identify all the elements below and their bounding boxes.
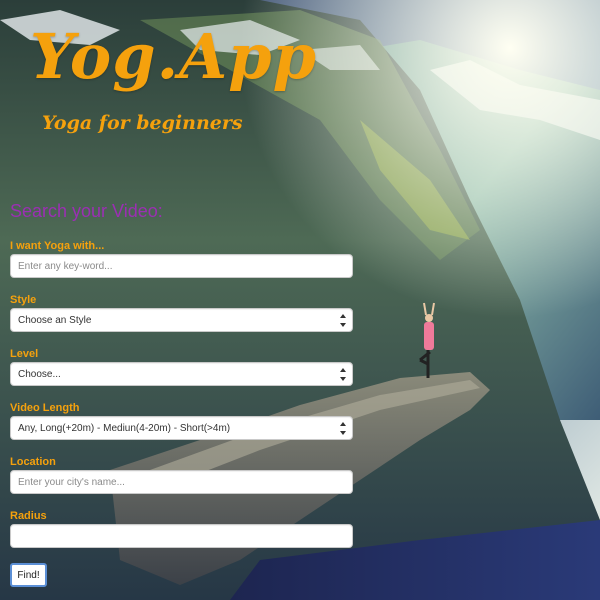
video-length-select[interactable]: Any, Long(+20m) - Mediun(4-20m) - Short(…: [10, 416, 353, 440]
location-placeholder: Enter your city's name...: [18, 476, 125, 488]
keyword-label: I want Yoga with...: [10, 240, 105, 252]
select-updown-icon: [339, 422, 347, 435]
keyword-placeholder: Enter any key-word...: [18, 260, 113, 272]
video-length-label: Video Length: [10, 402, 80, 414]
style-selected-value: Choose an Style: [18, 314, 92, 326]
level-select[interactable]: Choose...: [10, 362, 353, 386]
style-label: Style: [10, 294, 37, 306]
select-updown-icon: [339, 368, 347, 381]
search-heading: Search your Video:: [10, 201, 163, 221]
radius-input[interactable]: [10, 524, 353, 548]
level-label: Level: [10, 348, 39, 360]
level-selected-value: Choose...: [18, 368, 61, 380]
location-input[interactable]: Enter your city's name...: [10, 470, 353, 494]
keyword-input[interactable]: Enter any key-word...: [10, 254, 353, 278]
search-form: I want Yoga with... Enter any key-word..…: [10, 238, 353, 562]
video-length-selected-value: Any, Long(+20m) - Mediun(4-20m) - Short(…: [18, 422, 231, 434]
radius-label: Radius: [10, 510, 47, 522]
find-button[interactable]: Find!: [10, 563, 47, 587]
style-select[interactable]: Choose an Style: [10, 308, 353, 332]
select-updown-icon: [339, 314, 347, 327]
brand-logo-title: Yog.App: [30, 20, 317, 93]
brand-subtitle: Yoga for beginners: [42, 112, 243, 134]
location-label: Location: [10, 456, 56, 468]
